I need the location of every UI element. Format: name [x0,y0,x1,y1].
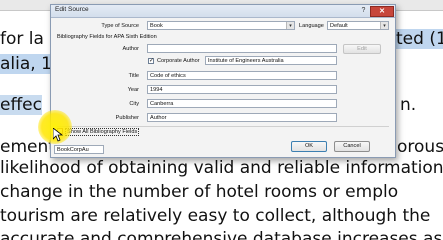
edit-source-dialog: Edit Source ? ✕ Type of Source Book ▾ La… [50,4,396,158]
doc-line: for la [0,29,44,49]
fields-header: Bibliography Fields for APA Sixth Editio… [57,34,157,40]
year-label: Year [127,87,139,93]
title-label: Title [128,73,139,79]
doc-fragment: orous [397,137,443,157]
corporate-author-label: Corporate Author [157,58,200,64]
doc-fragment: ted (1 [396,29,443,49]
chevron-down-icon: ▾ [286,22,294,29]
author-field[interactable] [147,44,337,53]
close-icon[interactable]: ✕ [370,6,394,17]
doc-fragment: n. [400,95,417,115]
publisher-field[interactable]: Author [147,113,337,122]
separator [57,126,389,127]
publisher-label: Publisher [115,115,139,121]
language-label: Language [299,23,324,29]
doc-line: likelihood of obtaining valid and reliab… [0,158,443,178]
ok-button[interactable]: OK [291,141,327,152]
cancel-button[interactable]: Cancel [334,141,370,152]
year-field[interactable]: 1994 [147,85,337,94]
language-select[interactable]: Default ▾ [327,21,389,30]
doc-line: change in the number of hotel rooms or e… [0,182,399,202]
type-of-source-label: Type of Source [101,23,139,29]
type-of-source-select[interactable]: Book ▾ [147,21,295,30]
doc-line: alia, 1 [0,54,52,74]
dialog-title: Edit Source [55,6,89,13]
corporate-author-checkbox[interactable]: ✓ [148,58,154,64]
city-label: City [129,101,139,107]
help-icon[interactable]: ? [358,6,369,15]
mouse-pointer-icon [53,128,63,142]
checkmark-icon: ✓ [149,58,155,64]
city-field[interactable]: Canberra [147,99,337,108]
doc-line: effec [0,95,42,115]
show-all-fields-label[interactable]: Show All Bibliography Fields [65,128,140,136]
author-label: Author [122,46,139,52]
doc-line: tourism are relatively easy to collect, … [0,206,431,226]
dialog-titlebar[interactable]: Edit Source ? ✕ [51,5,395,18]
chevron-down-icon: ▾ [380,22,388,29]
doc-line: accurate and comprehensive database incr… [0,229,443,240]
edit-button[interactable]: Edit [343,44,381,54]
corporate-author-field[interactable]: Institute of Engineers Australia [205,56,337,65]
tag-name-field[interactable]: BookCorpAu [54,145,104,154]
title-field[interactable]: Code of ethics [147,71,337,80]
